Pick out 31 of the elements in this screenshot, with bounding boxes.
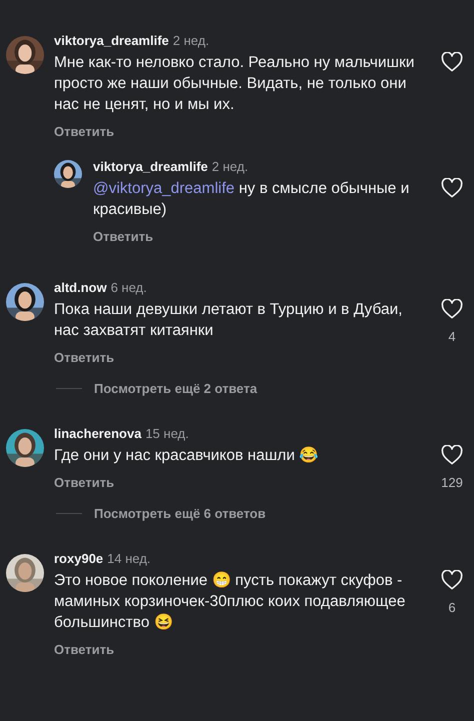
comment-text: Мне как-то неловко стало. Реально ну мальчишки просто же наши обычные. Видать, не только они нас не ценят, но и мы их.	[54, 53, 416, 115]
comment-text: Это новое поколение 😁 пусть покажут скуфов - маминых корзиночек-30плюс коих подавляющее большинство 😆	[54, 570, 406, 633]
username[interactable]: linacherenova	[54, 426, 142, 441]
comment-text: Где они у нас красавчиков нашли 😂	[54, 446, 320, 466]
reply-link[interactable]: Ответить	[54, 350, 114, 365]
heart-icon[interactable]	[441, 52, 463, 72]
mention-link[interactable]: @viktorya_dreamlife	[93, 180, 235, 197]
comment-time: 2 нед.	[212, 159, 248, 174]
username[interactable]: roxy90e	[54, 551, 104, 566]
comment-time: 15 нед.	[145, 426, 189, 441]
heart-icon[interactable]	[441, 178, 463, 198]
reply-link[interactable]: Ответить	[54, 124, 114, 139]
view-replies-link[interactable]: Посмотреть ещё 6 ответов	[94, 506, 266, 521]
reply-link[interactable]: Ответить	[93, 229, 154, 244]
view-replies-link[interactable]: Посмотреть ещё 2 ответа	[94, 381, 258, 396]
username[interactable]: viktorya_dreamlife	[93, 159, 208, 174]
like-count: 4	[448, 329, 456, 344]
heart-icon[interactable]	[441, 445, 463, 465]
comment-time: 2 нед.	[172, 33, 210, 48]
username[interactable]: altd.now	[54, 280, 107, 295]
comment-time: 14 нед.	[107, 551, 151, 566]
comment-text: @viktorya_dreamlife ну в смысле обычные и красивые)	[93, 179, 410, 220]
comment-time: 6 нед.	[110, 280, 147, 295]
username[interactable]: viktorya_dreamlife	[54, 33, 169, 48]
heart-icon[interactable]	[441, 570, 463, 590]
like-count: 129	[441, 475, 463, 490]
heart-icon[interactable]	[441, 299, 463, 319]
reply-link[interactable]: Ответить	[54, 475, 114, 490]
comment-text: Пока наши девушки летают в Турцию и в Дубаи, нас захватят китаянки	[54, 300, 404, 341]
reply-link[interactable]: Ответить	[54, 642, 114, 657]
like-count: 6	[448, 600, 456, 615]
